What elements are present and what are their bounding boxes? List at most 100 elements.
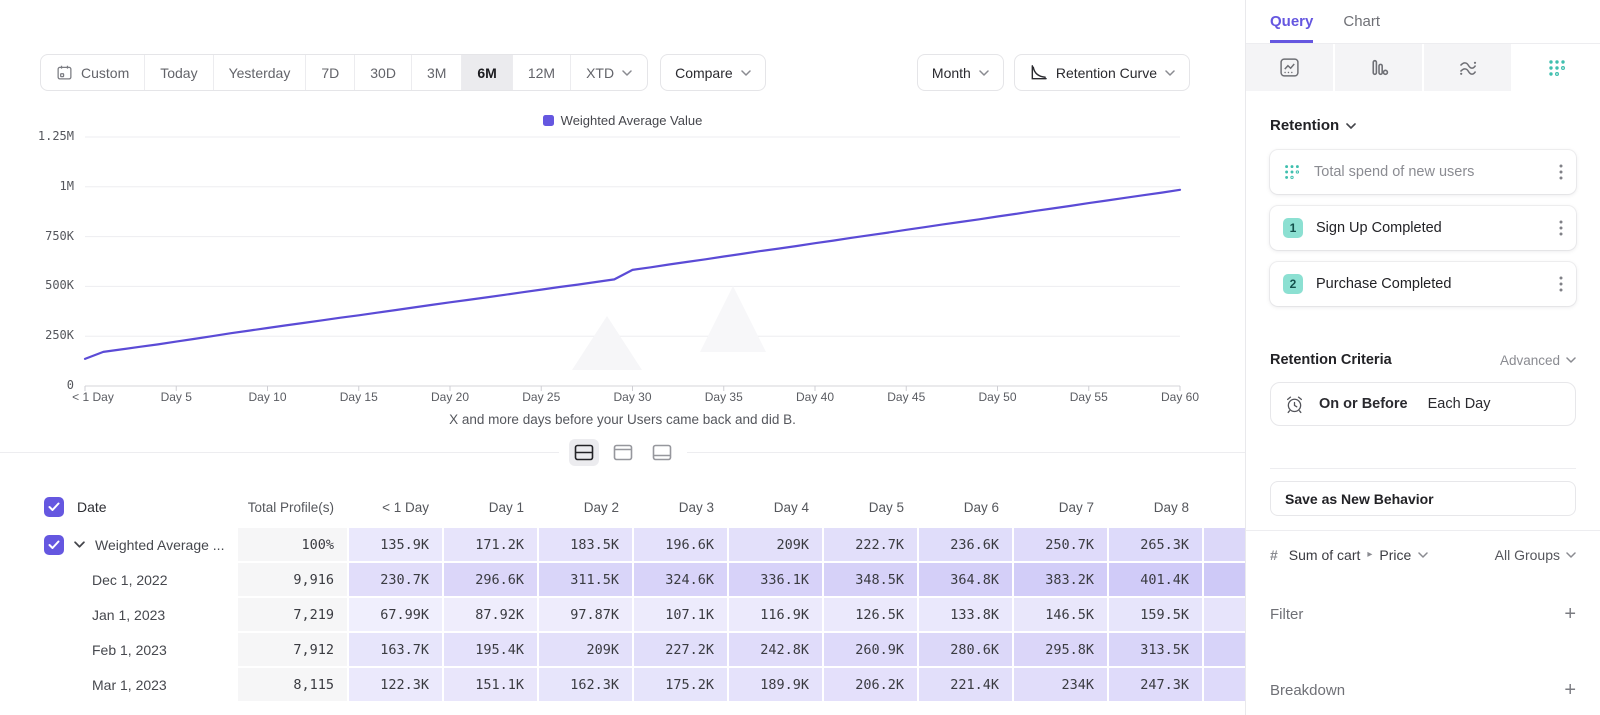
step-number-badge: 2 — [1283, 274, 1303, 294]
retention-value-cell: 163.7K — [349, 633, 442, 666]
kebab-menu-icon[interactable] — [1559, 276, 1563, 292]
clipped-day9-cell — [1204, 633, 1245, 666]
step-card-1[interactable]: 1 Sign Up Completed — [1270, 206, 1576, 250]
range-button-custom[interactable]: Custom — [41, 55, 144, 90]
date-cell: Jan 1, 2023 — [0, 597, 237, 632]
compare-label: Compare — [675, 65, 733, 81]
chevron-down-icon — [1566, 357, 1576, 363]
tab-chart[interactable]: Chart — [1343, 0, 1380, 43]
range-button-6m[interactable]: 6M — [461, 55, 511, 90]
kebab-menu-icon[interactable] — [1559, 164, 1563, 180]
bar-chart-icon — [1368, 57, 1389, 78]
bar-chart-type-button[interactable] — [1335, 44, 1422, 91]
retention-criteria-label: Retention Criteria — [1270, 352, 1392, 368]
x-tick-label: Day 50 — [978, 390, 1016, 404]
granularity-button[interactable]: Month — [917, 54, 1004, 91]
retention-section-header[interactable]: Retention — [1270, 117, 1576, 134]
retention-value-cell: 296.6K — [444, 563, 537, 596]
retention-value-cell: 236.6K — [919, 528, 1012, 561]
total-profiles-cell: 9,916 — [238, 563, 347, 596]
advanced-label: Advanced — [1500, 353, 1560, 368]
retention-dots-icon — [1283, 163, 1301, 181]
y-tick-label: 250K — [28, 328, 74, 342]
calendar-icon — [56, 64, 73, 81]
step-card-2[interactable]: 2 Purchase Completed — [1270, 262, 1576, 306]
save-as-new-behavior-button[interactable]: Save as New Behavior — [1270, 481, 1576, 516]
range-label: Yesterday — [229, 65, 291, 81]
analytics-main-panel: CustomToday Yesterday 7D30D 3M 6M12MXTD Comp… — [0, 0, 1245, 715]
day-column-header: Day 5 — [823, 500, 918, 515]
chevron-down-icon — [1165, 70, 1175, 76]
sidebar-tabs: Query Chart — [1246, 0, 1600, 44]
day-column-header: Day 8 — [1108, 500, 1203, 515]
x-tick-label: Day 25 — [522, 390, 560, 404]
x-tick-label: Day 60 — [1161, 390, 1199, 404]
window-label: Each Day — [1428, 396, 1491, 412]
table-only-toggle[interactable] — [647, 439, 677, 466]
expand-chevron-icon[interactable] — [74, 541, 85, 548]
retention-chart-type-button[interactable] — [1513, 44, 1600, 91]
split-view-icon — [574, 444, 594, 461]
add-breakdown-icon[interactable]: + — [1564, 680, 1576, 700]
table-row[interactable]: Mar 1, 20238,115122.3K151.1K162.3K175.2K… — [0, 667, 1245, 702]
total-profiles-cell: 8,115 — [238, 668, 347, 701]
kebab-menu-icon[interactable] — [1559, 220, 1563, 236]
clipped-day9-cell — [1204, 528, 1245, 561]
retention-value-cell: 247.3K — [1109, 668, 1202, 701]
retention-value-cell: 265.3K — [1109, 528, 1202, 561]
date-cell: Dec 1, 2022 — [0, 562, 237, 597]
line-chart-type-button[interactable] — [1246, 44, 1333, 91]
flow-chart-type-button[interactable] — [1424, 44, 1511, 91]
table-row[interactable]: Feb 1, 20237,912163.7K195.4K209K227.2K24… — [0, 632, 1245, 667]
row-checkbox[interactable] — [44, 535, 64, 555]
step-number-badge: 1 — [1283, 218, 1303, 238]
retention-value-cell: 348.5K — [824, 563, 917, 596]
date-cell: Mar 1, 2023 — [0, 667, 237, 702]
criteria-condition-card[interactable]: On or Before Each Day — [1270, 382, 1576, 426]
add-filter-icon[interactable]: + — [1564, 604, 1576, 624]
range-label: 3M — [427, 65, 446, 81]
range-button-yesterday[interactable]: Yesterday — [213, 55, 306, 90]
date-cell: Weighted Average ... — [0, 527, 237, 562]
measure-event: Sum of cart — [1289, 547, 1361, 563]
retention-value-cell: 87.92K — [444, 598, 537, 631]
advanced-dropdown[interactable]: Advanced — [1500, 353, 1576, 368]
select-all-checkbox[interactable] — [44, 497, 64, 517]
split-view-toggle[interactable] — [569, 439, 599, 466]
x-tick-label: < 1 Day — [72, 390, 114, 404]
retention-value-cell: 280.6K — [919, 633, 1012, 666]
retention-value-cell: 171.2K — [444, 528, 537, 561]
retention-value-cell: 209K — [729, 528, 822, 561]
row-label: Feb 1, 2023 — [92, 642, 167, 658]
range-button-12m[interactable]: 12M — [512, 55, 570, 90]
query-builder: Retention Total spend of new users 1 Sig… — [1246, 117, 1600, 700]
range-button-7d[interactable]: 7D — [305, 55, 354, 90]
range-button-30d[interactable]: 30D — [354, 55, 411, 90]
behavior-card[interactable]: Total spend of new users — [1270, 150, 1576, 194]
all-groups-dropdown[interactable]: All Groups — [1495, 547, 1576, 563]
clipped-day9-cell — [1204, 668, 1245, 701]
range-button-3m[interactable]: 3M — [411, 55, 461, 90]
table-row[interactable]: Jan 1, 20237,21967.99K87.92K97.87K107.1K… — [0, 597, 1245, 632]
tab-query[interactable]: Query — [1270, 0, 1313, 43]
day-column-header: Day 2 — [538, 500, 633, 515]
range-button-today[interactable]: Today — [144, 55, 212, 90]
table-row[interactable]: Dec 1, 20229,916230.7K296.6K311.5K324.6K… — [0, 562, 1245, 597]
table-row[interactable]: Weighted Average ...100%135.9K171.2K183.… — [0, 527, 1245, 562]
y-tick-label: 0 — [28, 378, 74, 392]
chevron-down-icon — [1346, 123, 1356, 129]
retention-value-cell: 401.4K — [1109, 563, 1202, 596]
chevron-down-icon — [1418, 552, 1428, 558]
day-column-header: < 1 Day — [348, 500, 443, 515]
chart-style-button[interactable]: Retention Curve — [1014, 54, 1190, 91]
chart-only-toggle[interactable] — [608, 439, 638, 466]
measure-property-dropdown[interactable]: Sum of cart ▸ Price — [1289, 547, 1429, 563]
chart-legend[interactable]: Weighted Average Value — [0, 113, 1245, 128]
retention-value-cell: 364.8K — [919, 563, 1012, 596]
alarm-clock-icon — [1284, 394, 1305, 415]
breakdown-label: Breakdown — [1270, 682, 1345, 699]
numeric-property-icon: # — [1270, 547, 1278, 563]
range-button-xtd[interactable]: XTD — [570, 55, 647, 90]
retention-value-cell: 295.8K — [1014, 633, 1107, 666]
compare-button[interactable]: Compare — [660, 54, 766, 91]
